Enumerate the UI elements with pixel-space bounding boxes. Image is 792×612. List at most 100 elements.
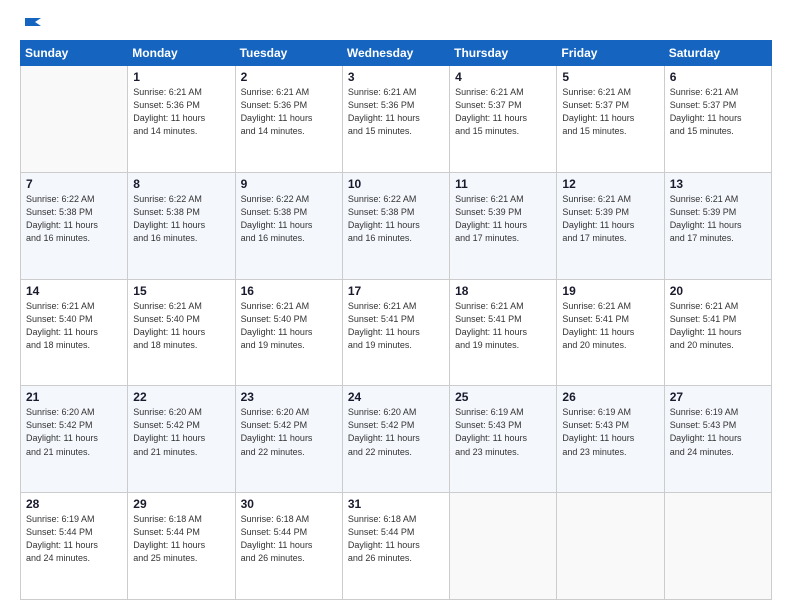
calendar-cell: 30Sunrise: 6:18 AM Sunset: 5:44 PM Dayli… (235, 493, 342, 600)
calendar-week-row: 28Sunrise: 6:19 AM Sunset: 5:44 PM Dayli… (21, 493, 772, 600)
calendar-cell: 28Sunrise: 6:19 AM Sunset: 5:44 PM Dayli… (21, 493, 128, 600)
day-number: 15 (133, 284, 229, 298)
day-number: 29 (133, 497, 229, 511)
day-number: 22 (133, 390, 229, 404)
day-info: Sunrise: 6:21 AM Sunset: 5:39 PM Dayligh… (670, 193, 766, 245)
calendar-cell: 6Sunrise: 6:21 AM Sunset: 5:37 PM Daylig… (664, 66, 771, 173)
day-number: 4 (455, 70, 551, 84)
day-info: Sunrise: 6:18 AM Sunset: 5:44 PM Dayligh… (348, 513, 444, 565)
day-number: 11 (455, 177, 551, 191)
day-info: Sunrise: 6:19 AM Sunset: 5:43 PM Dayligh… (562, 406, 658, 458)
day-info: Sunrise: 6:19 AM Sunset: 5:43 PM Dayligh… (670, 406, 766, 458)
day-info: Sunrise: 6:19 AM Sunset: 5:44 PM Dayligh… (26, 513, 122, 565)
weekday-header-thursday: Thursday (450, 41, 557, 66)
day-number: 5 (562, 70, 658, 84)
day-info: Sunrise: 6:22 AM Sunset: 5:38 PM Dayligh… (133, 193, 229, 245)
day-info: Sunrise: 6:21 AM Sunset: 5:36 PM Dayligh… (241, 86, 337, 138)
day-info: Sunrise: 6:18 AM Sunset: 5:44 PM Dayligh… (241, 513, 337, 565)
day-number: 18 (455, 284, 551, 298)
day-number: 2 (241, 70, 337, 84)
weekday-header-friday: Friday (557, 41, 664, 66)
calendar-table: SundayMondayTuesdayWednesdayThursdayFrid… (20, 40, 772, 600)
day-number: 3 (348, 70, 444, 84)
day-info: Sunrise: 6:21 AM Sunset: 5:40 PM Dayligh… (133, 300, 229, 352)
day-number: 7 (26, 177, 122, 191)
day-info: Sunrise: 6:21 AM Sunset: 5:37 PM Dayligh… (670, 86, 766, 138)
day-info: Sunrise: 6:21 AM Sunset: 5:40 PM Dayligh… (26, 300, 122, 352)
calendar-week-row: 7 Sunrise: 6:22 AM Sunset: 5:38 PM Daylig… (21, 172, 772, 279)
day-info: Sunrise: 6:22 AM Sunset: 5:38 PM Dayligh… (348, 193, 444, 245)
calendar-cell: 29 Sunrise: 6:18 AM Sunset: 5:44 PM Dayli… (128, 493, 235, 600)
day-number: 27 (670, 390, 766, 404)
day-number: 9 (241, 177, 337, 191)
calendar-cell: 10 Sunrise: 6:22 AM Sunset: 5:38 PM Dayli… (342, 172, 449, 279)
calendar-cell: 23 Sunrise: 6:20 AM Sunset: 5:42 PM Dayli… (235, 386, 342, 493)
calendar-cell: 18 Sunrise: 6:21 AM Sunset: 5:41 PM Dayli… (450, 279, 557, 386)
day-number: 23 (241, 390, 337, 404)
calendar-week-row: 14 Sunrise: 6:21 AM Sunset: 5:40 PM Dayli… (21, 279, 772, 386)
calendar-cell (664, 493, 771, 600)
day-info: Sunrise: 6:21 AM Sunset: 5:39 PM Dayligh… (562, 193, 658, 245)
day-number: 26 (562, 390, 658, 404)
calendar-cell: 1 Sunrise: 6:21 AM Sunset: 5:36 PM Daylig… (128, 66, 235, 173)
calendar-cell: 7 Sunrise: 6:22 AM Sunset: 5:38 PM Daylig… (21, 172, 128, 279)
calendar-cell: 22 Sunrise: 6:20 AM Sunset: 5:42 PM Dayli… (128, 386, 235, 493)
logo-flag-icon (21, 16, 43, 34)
calendar-cell: 8 Sunrise: 6:22 AM Sunset: 5:38 PM Daylig… (128, 172, 235, 279)
weekday-header-monday: Monday (128, 41, 235, 66)
calendar-cell: 25Sunrise: 6:19 AM Sunset: 5:43 PM Dayli… (450, 386, 557, 493)
day-number: 13 (670, 177, 766, 191)
day-info: Sunrise: 6:21 AM Sunset: 5:36 PM Dayligh… (133, 86, 229, 138)
day-info: Sunrise: 6:22 AM Sunset: 5:38 PM Dayligh… (26, 193, 122, 245)
day-info: Sunrise: 6:20 AM Sunset: 5:42 PM Dayligh… (26, 406, 122, 458)
calendar-cell: 15 Sunrise: 6:21 AM Sunset: 5:40 PM Dayli… (128, 279, 235, 386)
day-info: Sunrise: 6:22 AM Sunset: 5:38 PM Dayligh… (241, 193, 337, 245)
calendar-week-row: 21 Sunrise: 6:20 AM Sunset: 5:42 PM Dayli… (21, 386, 772, 493)
day-number: 17 (348, 284, 444, 298)
calendar-cell: 21 Sunrise: 6:20 AM Sunset: 5:42 PM Dayli… (21, 386, 128, 493)
day-info: Sunrise: 6:21 AM Sunset: 5:41 PM Dayligh… (562, 300, 658, 352)
calendar-cell: 17 Sunrise: 6:21 AM Sunset: 5:41 PM Dayli… (342, 279, 449, 386)
calendar-cell: 19 Sunrise: 6:21 AM Sunset: 5:41 PM Dayli… (557, 279, 664, 386)
weekday-header-row: SundayMondayTuesdayWednesdayThursdayFrid… (21, 41, 772, 66)
weekday-header-sunday: Sunday (21, 41, 128, 66)
weekday-header-tuesday: Tuesday (235, 41, 342, 66)
day-number: 31 (348, 497, 444, 511)
weekday-header-wednesday: Wednesday (342, 41, 449, 66)
day-number: 20 (670, 284, 766, 298)
calendar-cell: 14 Sunrise: 6:21 AM Sunset: 5:40 PM Dayli… (21, 279, 128, 386)
calendar-cell: 2 Sunrise: 6:21 AM Sunset: 5:36 PM Daylig… (235, 66, 342, 173)
day-info: Sunrise: 6:21 AM Sunset: 5:41 PM Dayligh… (348, 300, 444, 352)
day-number: 24 (348, 390, 444, 404)
day-info: Sunrise: 6:20 AM Sunset: 5:42 PM Dayligh… (241, 406, 337, 458)
calendar-cell: 16Sunrise: 6:21 AM Sunset: 5:40 PM Dayli… (235, 279, 342, 386)
day-info: Sunrise: 6:20 AM Sunset: 5:42 PM Dayligh… (133, 406, 229, 458)
day-number: 8 (133, 177, 229, 191)
day-number: 21 (26, 390, 122, 404)
day-number: 12 (562, 177, 658, 191)
calendar-cell: 26 Sunrise: 6:19 AM Sunset: 5:43 PM Dayli… (557, 386, 664, 493)
day-number: 14 (26, 284, 122, 298)
calendar-week-row: 1 Sunrise: 6:21 AM Sunset: 5:36 PM Daylig… (21, 66, 772, 173)
day-info: Sunrise: 6:21 AM Sunset: 5:39 PM Dayligh… (455, 193, 551, 245)
header (20, 16, 772, 30)
day-info: Sunrise: 6:21 AM Sunset: 5:41 PM Dayligh… (670, 300, 766, 352)
calendar-cell: 3Sunrise: 6:21 AM Sunset: 5:36 PM Daylig… (342, 66, 449, 173)
day-info: Sunrise: 6:21 AM Sunset: 5:37 PM Dayligh… (455, 86, 551, 138)
calendar-cell: 31 Sunrise: 6:18 AM Sunset: 5:44 PM Dayli… (342, 493, 449, 600)
calendar-cell (450, 493, 557, 600)
calendar-cell (21, 66, 128, 173)
day-number: 10 (348, 177, 444, 191)
page: SundayMondayTuesdayWednesdayThursdayFrid… (0, 0, 792, 612)
day-info: Sunrise: 6:21 AM Sunset: 5:40 PM Dayligh… (241, 300, 337, 352)
logo (20, 16, 44, 30)
day-info: Sunrise: 6:18 AM Sunset: 5:44 PM Dayligh… (133, 513, 229, 565)
day-number: 19 (562, 284, 658, 298)
day-number: 1 (133, 70, 229, 84)
calendar-cell: 20 Sunrise: 6:21 AM Sunset: 5:41 PM Dayli… (664, 279, 771, 386)
calendar-cell: 27 Sunrise: 6:19 AM Sunset: 5:43 PM Dayli… (664, 386, 771, 493)
calendar-cell: 5Sunrise: 6:21 AM Sunset: 5:37 PM Daylig… (557, 66, 664, 173)
calendar-cell: 11 Sunrise: 6:21 AM Sunset: 5:39 PM Dayli… (450, 172, 557, 279)
day-info: Sunrise: 6:21 AM Sunset: 5:41 PM Dayligh… (455, 300, 551, 352)
calendar-cell (557, 493, 664, 600)
